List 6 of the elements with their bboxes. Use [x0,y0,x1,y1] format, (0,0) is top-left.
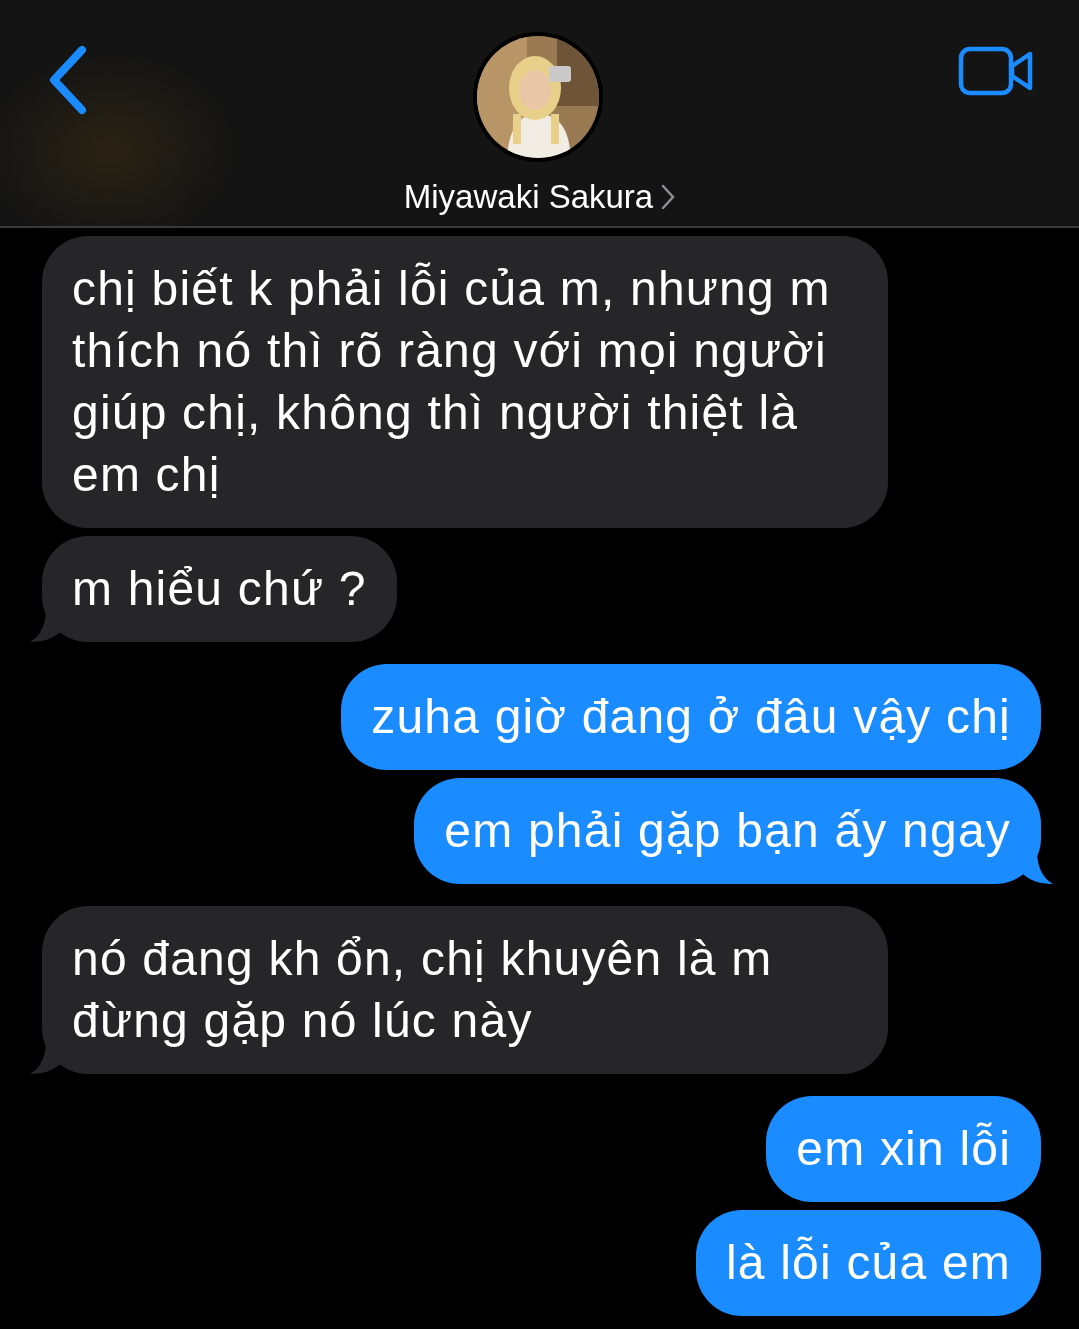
message-bubble: zuha giờ đang ở đâu vậy chị [341,664,1041,770]
message-bubble: là lỗi của em [695,1210,1041,1316]
contact-name[interactable]: Miyawaki Sakura [397,172,682,222]
message-bubble: chị biết k phải lỗi của m, nhưng m thích nó thì rõ ràng với mọi người giúp chị, không thì người thiệt là em chị [42,236,888,528]
message-bubble: em xin lỗi [766,1096,1041,1202]
chevron-icon [661,183,676,210]
